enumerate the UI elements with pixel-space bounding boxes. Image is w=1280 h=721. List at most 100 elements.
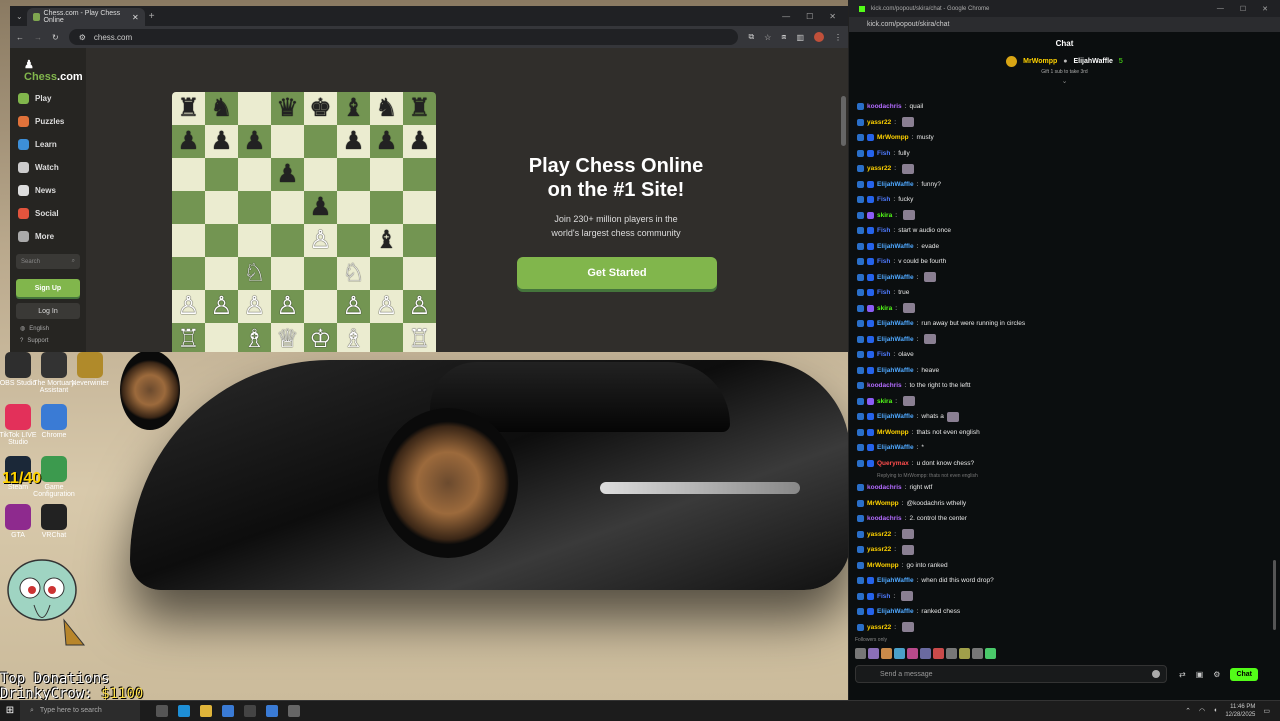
- file-explorer-icon[interactable]: [200, 704, 212, 717]
- nav-item-play[interactable]: Play: [10, 87, 86, 110]
- board-square[interactable]: ♗: [337, 323, 370, 352]
- board-square[interactable]: ♙: [304, 224, 337, 257]
- board-square[interactable]: ♚: [304, 92, 337, 125]
- nav-item-social[interactable]: Social: [10, 202, 86, 225]
- board-square[interactable]: ♞: [205, 92, 238, 125]
- board-square[interactable]: [238, 158, 271, 191]
- emote-icon[interactable]: [985, 648, 996, 659]
- chess-piece[interactable]: ♙: [342, 294, 364, 319]
- chess-logo[interactable]: ♟ Chess.com: [10, 48, 86, 83]
- chess-piece[interactable]: ♟: [177, 129, 199, 154]
- task-view-icon[interactable]: [156, 704, 168, 717]
- chess-piece[interactable]: ♝: [375, 228, 397, 253]
- chat-scrollbar[interactable]: [1273, 560, 1276, 630]
- pinned-user-2[interactable]: ElijahWaffle: [1074, 58, 1113, 65]
- chat-username[interactable]: ElijahWaffle: [877, 367, 914, 374]
- board-square[interactable]: [403, 257, 436, 290]
- chess-piece[interactable]: ♙: [276, 294, 298, 319]
- nav-item-news[interactable]: News: [10, 179, 86, 202]
- chat-username[interactable]: yassr22: [867, 624, 891, 631]
- chat-username[interactable]: koodachris: [867, 484, 902, 491]
- bookmark-star-icon[interactable]: ☆: [764, 33, 771, 42]
- chat-username[interactable]: skira: [877, 212, 892, 219]
- desktop-icon[interactable]: VRChat: [32, 504, 76, 539]
- chat-username[interactable]: Fish: [877, 196, 890, 203]
- board-square[interactable]: [403, 191, 436, 224]
- emote-icon[interactable]: [868, 648, 879, 659]
- board-square[interactable]: [205, 323, 238, 352]
- board-square[interactable]: ♟: [370, 125, 403, 158]
- chess-piece[interactable]: ♟: [309, 195, 331, 220]
- gift-icon[interactable]: ▣: [1196, 670, 1204, 679]
- board-square[interactable]: ♟: [238, 125, 271, 158]
- board-square[interactable]: [337, 224, 370, 257]
- chat-username[interactable]: ElijahWaffle: [877, 444, 914, 451]
- board-square[interactable]: [271, 191, 304, 224]
- chat-username[interactable]: Fish: [877, 289, 890, 296]
- chat-username[interactable]: Fish: [877, 593, 890, 600]
- tray-chevron-icon[interactable]: ⌃: [1185, 707, 1191, 715]
- chat-username[interactable]: MrWompp: [867, 562, 899, 569]
- app-icon[interactable]: [288, 704, 300, 717]
- board-square[interactable]: ♙: [271, 290, 304, 323]
- chat-username[interactable]: koodachris: [867, 103, 902, 110]
- emote-icon[interactable]: [855, 648, 866, 659]
- board-square[interactable]: ♙: [238, 290, 271, 323]
- chess-piece[interactable]: ♞: [375, 96, 397, 121]
- site-info-icon[interactable]: ⚙: [79, 33, 86, 42]
- chess-piece[interactable]: ♙: [375, 294, 397, 319]
- board-square[interactable]: ♝: [337, 92, 370, 125]
- board-square[interactable]: [172, 257, 205, 290]
- board-square[interactable]: ♙: [205, 290, 238, 323]
- board-square[interactable]: ♟: [172, 125, 205, 158]
- pinned-user-1[interactable]: MrWompp: [1023, 58, 1057, 65]
- edge-icon[interactable]: [178, 704, 190, 717]
- emote-icon[interactable]: [907, 648, 918, 659]
- install-icon[interactable]: ⧉: [748, 32, 754, 42]
- tab-chess[interactable]: Chess.com - Play Chess Online ✕: [26, 8, 145, 26]
- chess-piece[interactable]: ♞: [210, 96, 232, 121]
- chat-username[interactable]: ElijahWaffle: [877, 274, 914, 281]
- nav-item-more[interactable]: More: [10, 225, 86, 248]
- emote-icon[interactable]: [959, 648, 970, 659]
- new-tab-button[interactable]: +: [149, 11, 155, 22]
- chat-username[interactable]: koodachris: [867, 515, 902, 522]
- board-square[interactable]: ♖: [172, 323, 205, 352]
- chess-piece[interactable]: ♟: [342, 129, 364, 154]
- emote-icon[interactable]: [881, 648, 892, 659]
- board-square[interactable]: ♘: [238, 257, 271, 290]
- chess-piece[interactable]: ♙: [309, 228, 331, 253]
- chat-username[interactable]: yassr22: [867, 546, 891, 553]
- settings-gear-icon[interactable]: ⚙: [1213, 670, 1220, 679]
- board-square[interactable]: ♛: [271, 92, 304, 125]
- chat-username[interactable]: koodachris: [867, 382, 902, 389]
- menu-kebab-icon[interactable]: ⋮: [834, 33, 842, 42]
- chat-input[interactable]: Send a message: [855, 665, 1167, 683]
- chat-username[interactable]: ElijahWaffle: [877, 336, 914, 343]
- tab-search-icon[interactable]: ⌄: [16, 12, 23, 21]
- chat-minimize-icon[interactable]: —: [1217, 5, 1224, 13]
- board-square[interactable]: [205, 257, 238, 290]
- nav-item-learn[interactable]: Learn: [10, 133, 86, 156]
- chat-username[interactable]: MrWompp: [877, 429, 909, 436]
- taskbar-search[interactable]: ⌕ Type here to search: [20, 700, 140, 721]
- board-square[interactable]: ♗: [238, 323, 271, 352]
- emote-icon[interactable]: [894, 648, 905, 659]
- login-button[interactable]: Log In: [16, 303, 80, 319]
- board-square[interactable]: [304, 257, 337, 290]
- share-icon[interactable]: ⇄: [1179, 670, 1186, 679]
- desktop-icon[interactable]: Chrome: [32, 404, 76, 439]
- board-square[interactable]: [271, 257, 304, 290]
- chess-search-input[interactable]: Search ⌕: [16, 254, 80, 269]
- chat-username[interactable]: Querymax: [877, 460, 909, 467]
- chess-piece[interactable]: ♘: [243, 261, 265, 286]
- board-square[interactable]: ♙: [337, 290, 370, 323]
- emote-icon[interactable]: [920, 648, 931, 659]
- board-square[interactable]: [238, 224, 271, 257]
- chat-username[interactable]: skira: [877, 305, 892, 312]
- chess-piece[interactable]: ♙: [243, 294, 265, 319]
- close-window-icon[interactable]: ✕: [829, 12, 836, 21]
- board-square[interactable]: ♙: [370, 290, 403, 323]
- chess-piece[interactable]: ♕: [276, 327, 298, 352]
- board-square[interactable]: [304, 290, 337, 323]
